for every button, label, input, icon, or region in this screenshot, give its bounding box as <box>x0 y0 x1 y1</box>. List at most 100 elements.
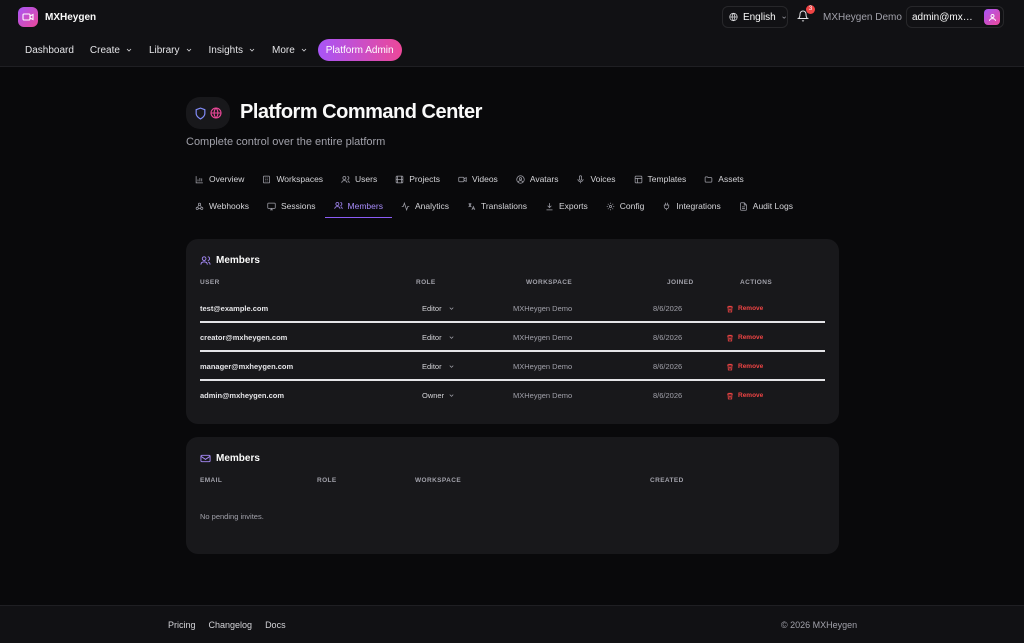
trash-icon <box>727 305 733 312</box>
chevron-down-icon <box>449 336 454 339</box>
platform-admin-button[interactable]: Platform Admin <box>317 39 402 61</box>
role-select[interactable]: Owner <box>422 381 455 410</box>
column-header-workspace: WORKSPACE <box>526 279 573 286</box>
nav-dashboard[interactable]: Dashboard <box>25 45 74 56</box>
tab-users[interactable]: Users <box>332 167 386 191</box>
app-name: MXHeygen <box>45 11 97 23</box>
chevron-down-icon <box>301 48 307 52</box>
tab-voices[interactable]: Voices <box>567 167 624 191</box>
footer-link-pricing[interactable]: Pricing <box>168 620 196 630</box>
tab-projects[interactable]: Projects <box>386 167 449 191</box>
column-header-workspace: WORKSPACE <box>415 477 462 484</box>
tab-translations[interactable]: Translations <box>458 194 536 218</box>
main-nav: Dashboard Create Library Insights More P… <box>25 39 402 61</box>
tab-integrations[interactable]: Integrations <box>653 194 729 218</box>
members-icon <box>333 202 343 209</box>
shield-icon <box>195 106 206 120</box>
tab-config[interactable]: Config <box>597 194 654 218</box>
role-value: Owner <box>422 391 445 400</box>
remove-button[interactable]: Remove <box>726 381 763 410</box>
tab-label: Exports <box>558 201 588 211</box>
users-icon <box>341 175 350 183</box>
app-logo[interactable]: MXHeygen <box>18 7 96 27</box>
tab-label: Webhooks <box>209 201 250 211</box>
tab-workspaces[interactable]: Workspaces <box>253 167 332 191</box>
tab-audit-logs[interactable]: Audit Logs <box>730 194 802 218</box>
card-title-text: Members <box>216 453 260 464</box>
tab-members[interactable]: Members <box>324 194 392 218</box>
account-menu[interactable]: admin@mxheygen.com <box>906 6 1004 28</box>
member-joined: 8/6/2026 <box>653 333 683 342</box>
remove-label: Remove <box>738 392 764 399</box>
tab-label: Videos <box>471 174 498 184</box>
nav-insights[interactable]: Insights <box>209 45 256 56</box>
globe-icon <box>210 107 222 119</box>
tab-overview[interactable]: Overview <box>186 167 253 191</box>
workspace-switcher[interactable]: MXHeygen Demo <box>823 12 902 23</box>
footer-links: Pricing Changelog Docs <box>168 620 299 630</box>
footer-link-changelog[interactable]: Changelog <box>209 620 253 630</box>
tab-avatars[interactable]: Avatars <box>507 167 568 191</box>
table-row: admin@mxheygen.com Owner MXHeygen Demo 8… <box>200 381 825 410</box>
footer-link-docs[interactable]: Docs <box>265 620 286 630</box>
nav-create[interactable]: Create <box>90 45 133 56</box>
trash-icon <box>727 392 733 399</box>
tab-exports[interactable]: Exports <box>536 194 597 218</box>
tab-templates[interactable]: Templates <box>625 167 696 191</box>
column-header-role: ROLE <box>317 477 337 484</box>
members-icon <box>200 256 211 265</box>
trash-icon <box>727 363 733 370</box>
account-email: admin@mxheygen.com <box>912 11 978 23</box>
role-select[interactable]: Editor <box>422 352 455 381</box>
tab-label: Translations <box>480 201 527 211</box>
trash-icon <box>727 334 733 341</box>
tab-assets[interactable]: Assets <box>695 167 753 191</box>
avatar <box>984 9 1000 25</box>
role-value: Editor <box>422 304 442 313</box>
role-select[interactable]: Editor <box>422 294 455 323</box>
page-subtitle: Complete control over the entire platfor… <box>186 136 386 148</box>
tab-label: Sessions <box>281 201 316 211</box>
role-select[interactable]: Editor <box>422 323 455 352</box>
tab-label: Avatars <box>529 174 559 184</box>
video-icon <box>458 176 467 182</box>
member-workspace: MXHeygen Demo <box>513 304 573 313</box>
tab-label: Overview <box>209 174 245 184</box>
tab-webhooks[interactable]: Webhooks <box>186 194 258 218</box>
nav-more[interactable]: More <box>272 45 308 56</box>
member-email: admin@mxheygen.com <box>200 391 285 400</box>
member-workspace: MXHeygen Demo <box>513 333 573 342</box>
tab-analytics[interactable]: Analytics <box>392 194 458 218</box>
tab-label: Workspaces <box>276 174 324 184</box>
language-selector[interactable]: English <box>722 6 788 28</box>
video-camera-icon <box>18 7 38 27</box>
card-title: Members <box>200 255 260 266</box>
chevron-down-icon <box>249 48 255 52</box>
tab-videos[interactable]: Videos <box>449 167 507 191</box>
column-header-user: USER <box>200 279 220 286</box>
projects-icon <box>396 175 404 183</box>
nav-label: Insights <box>208 44 243 56</box>
tab-label: Users <box>355 174 378 184</box>
chevron-down-icon <box>449 307 454 310</box>
title-icon-group <box>186 97 230 129</box>
mic-icon <box>577 174 584 183</box>
remove-button[interactable]: Remove <box>726 294 763 323</box>
card-title: Members <box>200 453 260 464</box>
nav-library[interactable]: Library <box>149 45 193 56</box>
avatar-icon <box>516 174 525 184</box>
tab-label: Templates <box>647 174 687 184</box>
remove-button[interactable]: Remove <box>726 323 763 352</box>
remove-button[interactable]: Remove <box>726 352 763 381</box>
tab-sessions[interactable]: Sessions <box>258 194 325 218</box>
table-row: test@example.com Editor MXHeygen Demo 8/… <box>200 294 825 323</box>
table-row: creator@mxheygen.com Editor MXHeygen Dem… <box>200 323 825 352</box>
tab-label: Projects <box>409 174 440 184</box>
tab-label: Assets <box>718 174 744 184</box>
member-email: test@example.com <box>200 304 269 313</box>
chevron-down-icon <box>186 48 191 52</box>
monitor-icon <box>267 202 276 210</box>
table-row: manager@mxheygen.com Editor MXHeygen Dem… <box>200 352 825 381</box>
member-workspace: MXHeygen Demo <box>513 362 573 371</box>
chevron-down-icon <box>449 394 454 397</box>
